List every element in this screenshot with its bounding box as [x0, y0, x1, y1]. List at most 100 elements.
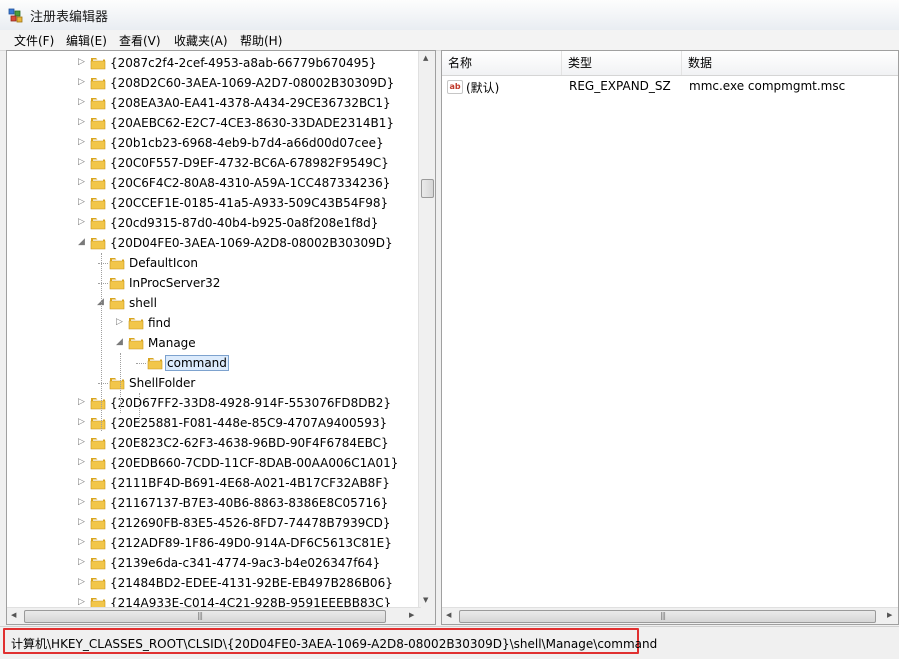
tree-node[interactable]: ▷ {20E25881-F081-448e-85C9-4707A9400593}: [7, 413, 421, 433]
list-header: 名称 类型 数据: [442, 51, 898, 76]
scroll-right-icon[interactable]: ▶: [409, 612, 414, 619]
value-list-pane[interactable]: 名称 类型 数据 ab (默认) REG_EXPAND_SZ mmc.exe c…: [441, 50, 899, 625]
expand-arrow-icon[interactable]: ▷: [77, 178, 86, 187]
expand-arrow-icon[interactable]: ▷: [77, 118, 86, 127]
tree-node[interactable]: ▷ {20C6F4C2-80A8-4310-A59A-1CC487334236}: [7, 173, 421, 193]
tree-node[interactable]: ▷ {20b1cb23-6968-4eb9-b7d4-a66d00d07cee}: [7, 133, 421, 153]
list-horizontal-scroll-thumb[interactable]: |||: [459, 610, 876, 623]
tree-guide-line: [101, 253, 102, 431]
tree-node[interactable]: DefaultIcon: [7, 253, 421, 273]
expand-arrow-icon[interactable]: ▷: [77, 198, 86, 207]
expand-arrow-icon[interactable]: ▷: [77, 478, 86, 487]
tree-node[interactable]: ▷ {208EA3A0-EA41-4378-A434-29CE36732BC1}: [7, 93, 421, 113]
tree-node[interactable]: ▷ {21167137-B7E3-40B6-8863-8386E8C05716}: [7, 493, 421, 513]
tree-node[interactable]: ▷ {212690FB-83E5-4526-8FD7-74478B7939CD}: [7, 513, 421, 533]
tree-guide-line: [98, 383, 108, 384]
folder-icon: [90, 118, 106, 130]
scroll-right-icon[interactable]: ▶: [887, 612, 892, 619]
expand-arrow-icon[interactable]: ▷: [77, 58, 86, 67]
status-bar: 计算机\HKEY_CLASSES_ROOT\CLSID\{20D04FE0-3A…: [0, 626, 899, 659]
key-tree: ▷ {2087c2f4-2cef-4953-a8ab-66779b670495} ▷…: [7, 51, 421, 609]
collapse-arrow-icon[interactable]: ◢: [77, 238, 86, 247]
tree-node-label: {21167137-B7E3-40B6-8863-8386E8C05716}: [110, 496, 389, 510]
expand-arrow-icon[interactable]: ▷: [77, 518, 86, 527]
menu-favorites[interactable]: 收藏夹(A): [172, 32, 230, 49]
tree-node-label: {2139e6da-c341-4774-9ac3-b4e026347f64}: [110, 556, 381, 570]
tree-node-label: {20D67FF2-33D8-4928-914F-553076FD8DB2}: [110, 396, 391, 410]
folder-icon: [90, 198, 106, 210]
tree-node-label: {20cd9315-87d0-40b4-b925-0a8f208e1f8d}: [110, 216, 379, 230]
folder-icon: [90, 458, 106, 470]
tree-vertical-scroll-thumb[interactable]: [421, 179, 434, 198]
tree-node[interactable]: ▷ {21484BD2-EDEE-4131-92BE-EB497B286B06}: [7, 573, 421, 593]
tree-node[interactable]: ▷ {20CCEF1E-0185-41a5-A933-509C43B54F98}: [7, 193, 421, 213]
menu-help[interactable]: 帮助(H): [238, 32, 284, 49]
list-horizontal-scrollbar[interactable]: ◀ ||| ▶: [442, 607, 898, 624]
tree-node[interactable]: ▷ find: [7, 313, 421, 333]
tree-node-label: {20C0F557-D9EF-4732-BC6A-678982F9549C}: [110, 156, 389, 170]
tree-node-label: {20E823C2-62F3-4638-96BD-90F4F6784EBC}: [110, 436, 389, 450]
expand-arrow-icon[interactable]: ▷: [77, 538, 86, 547]
menu-view[interactable]: 查看(V): [117, 32, 163, 49]
tree-node[interactable]: command: [7, 353, 421, 373]
scroll-left-icon[interactable]: ◀: [11, 612, 16, 619]
folder-icon: [90, 558, 106, 570]
expand-arrow-icon[interactable]: ▷: [77, 78, 86, 87]
tree-node[interactable]: ▷ {20EDB660-7CDD-11CF-8DAB-00AA006C1A01}: [7, 453, 421, 473]
expand-arrow-icon[interactable]: ▷: [77, 438, 86, 447]
folder-icon: [90, 578, 106, 590]
tree-node[interactable]: ▷ {2111BF4D-B691-4E68-A021-4B17CF32AB8F}: [7, 473, 421, 493]
tree-node[interactable]: ▷ {20D67FF2-33D8-4928-914F-553076FD8DB2}: [7, 393, 421, 413]
column-header-name[interactable]: 名称: [442, 51, 562, 75]
scroll-down-icon[interactable]: ▼: [423, 597, 428, 604]
expand-arrow-icon[interactable]: ▷: [77, 498, 86, 507]
value-row[interactable]: ab (默认) REG_EXPAND_SZ mmc.exe compmgmt.m…: [442, 77, 898, 97]
tree-guide-line: [120, 353, 121, 413]
tree-node[interactable]: ▷ {20E823C2-62F3-4638-96BD-90F4F6784EBC}: [7, 433, 421, 453]
tree-node[interactable]: ▷ {2087c2f4-2cef-4953-a8ab-66779b670495}: [7, 53, 421, 73]
column-header-data[interactable]: 数据: [682, 51, 898, 75]
expand-arrow-icon[interactable]: ▷: [77, 138, 86, 147]
tree-node[interactable]: ▷ {2139e6da-c341-4774-9ac3-b4e026347f64}: [7, 553, 421, 573]
expand-arrow-icon[interactable]: ▷: [77, 398, 86, 407]
tree-node[interactable]: ▷ {208D2C60-3AEA-1069-A2D7-08002B30309D}: [7, 73, 421, 93]
folder-icon: [90, 178, 106, 190]
tree-node[interactable]: ShellFolder: [7, 373, 421, 393]
menu-file[interactable]: 文件(F): [12, 32, 56, 49]
tree-horizontal-scrollbar[interactable]: ◀ ||| ▶: [7, 607, 421, 624]
folder-icon: [90, 518, 106, 530]
expand-arrow-icon[interactable]: ▷: [77, 158, 86, 167]
expand-arrow-icon[interactable]: ▷: [77, 558, 86, 567]
expand-arrow-icon[interactable]: ▷: [115, 318, 124, 327]
scroll-up-icon[interactable]: ▲: [423, 55, 428, 62]
tree-node[interactable]: ◢ Manage: [7, 333, 421, 353]
expand-arrow-icon[interactable]: ▷: [77, 418, 86, 427]
tree-node[interactable]: ▷ {20C0F557-D9EF-4732-BC6A-678982F9549C}: [7, 153, 421, 173]
expand-arrow-icon[interactable]: ▷: [77, 98, 86, 107]
expand-arrow-icon[interactable]: ▷: [77, 598, 86, 607]
tree-node[interactable]: ▷ {212ADF89-1F86-49D0-914A-DF6C5613C81E}: [7, 533, 421, 553]
scroll-left-icon[interactable]: ◀: [446, 612, 451, 619]
folder-icon: [109, 278, 125, 290]
value-name: (默认): [466, 81, 500, 95]
expand-arrow-icon[interactable]: ▷: [77, 218, 86, 227]
tree-node[interactable]: InProcServer32: [7, 273, 421, 293]
tree-node-label: {212690FB-83E5-4526-8FD7-74478B7939CD}: [110, 516, 391, 530]
tree-node[interactable]: ◢ {20D04FE0-3AEA-1069-A2D8-08002B30309D}: [7, 233, 421, 253]
tree-node[interactable]: ▷ {20AEBC62-E2C7-4CE3-8630-33DADE2314B1}: [7, 113, 421, 133]
key-tree-pane[interactable]: ▷ {2087c2f4-2cef-4953-a8ab-66779b670495} ▷…: [6, 50, 436, 625]
tree-horizontal-scroll-thumb[interactable]: |||: [24, 610, 386, 623]
folder-icon: [90, 98, 106, 110]
expand-arrow-icon[interactable]: ▷: [77, 578, 86, 587]
tree-node[interactable]: ▷ {20cd9315-87d0-40b4-b925-0a8f208e1f8d}: [7, 213, 421, 233]
menu-edit[interactable]: 编辑(E): [64, 32, 109, 49]
tree-vertical-scrollbar[interactable]: ▲ ▼: [418, 51, 435, 609]
folder-icon: [109, 258, 125, 270]
column-header-type[interactable]: 类型: [562, 51, 682, 75]
expand-arrow-icon[interactable]: ▷: [77, 458, 86, 467]
tree-node[interactable]: ◢ shell: [7, 293, 421, 313]
menu-bar: 文件(F) 编辑(E) 查看(V) 收藏夹(A) 帮助(H): [0, 30, 899, 51]
value-type: REG_EXPAND_SZ: [569, 79, 671, 93]
folder-icon: [90, 58, 106, 70]
collapse-arrow-icon[interactable]: ◢: [115, 338, 124, 347]
